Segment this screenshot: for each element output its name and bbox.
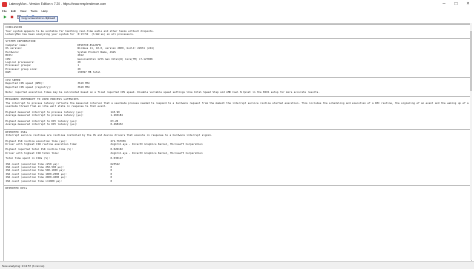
info-key: Reported CPU speed (registry): (5, 85, 52, 89)
app-icon (2, 1, 7, 7)
info-key: RAM: (5, 71, 12, 75)
system-section: SYSTEM INFORMATION Computer name: DESKTOP… (4, 38, 471, 76)
info-key: ISR count (execution time >=4000 µs): (5, 179, 63, 183)
info-value: 1.265184 (110, 114, 123, 118)
interrupt-description: The interrupt to process latency reflect… (5, 102, 469, 109)
section-title: REPORTED DPCs (5, 186, 28, 190)
info-key: Driver with highest ISR routine executio… (5, 142, 78, 146)
report-panel[interactable]: CONCLUSION Your system appears to be sui… (3, 23, 472, 262)
toolbar-tooltip: Copy screenshot to clipboard (19, 16, 58, 22)
info-key: Driver with highest ISR total time: (5, 151, 60, 155)
info-value: GenuineIntel 12th Gen Intel(R) Core(TM) … (77, 57, 153, 61)
vertical-scrollbar[interactable] (470, 23, 472, 260)
conclusion-section: CONCLUSION Your system appears to be sui… (4, 24, 471, 38)
menu-help[interactable]: Help (41, 9, 47, 13)
info-key: Average measured interrupt to process la… (5, 114, 84, 118)
interrupt-section: MEASURED INTERRUPT TO USER PROCESS LATEN… (4, 96, 471, 128)
window-title: LatencyMon - Version Edition v 7.20 - ht… (9, 2, 107, 6)
close-icon[interactable]: × (462, 0, 474, 8)
toolbar: ? (0, 14, 474, 20)
minimize-icon[interactable]: – (438, 0, 450, 8)
info-value: dxgkrnl.sys - DirectX Graphics Kernel, M… (110, 151, 203, 155)
cpu-section: CPU SPEED Reported CPU speed (WMI): 3610 … (4, 76, 471, 97)
info-value: 3610 MHz (77, 85, 90, 89)
scroll-thumb[interactable] (470, 31, 472, 91)
menu-view[interactable]: View (20, 9, 26, 13)
menu-tools[interactable]: Tools (30, 9, 37, 13)
title-bar[interactable]: LatencyMon - Version Edition v 7.20 - ht… (0, 0, 474, 8)
play-icon[interactable] (2, 15, 7, 20)
info-value: 0.030117 (110, 157, 123, 161)
maximize-icon[interactable]: □ (450, 0, 462, 8)
info-key: Total time spent in ISRs (%): (5, 157, 50, 161)
isr-section: REPORTED ISRs Interrupt service routines… (4, 128, 471, 185)
app-window: LatencyMon - Version Edition v 7.20 - ht… (0, 0, 474, 269)
info-value: 0.468432 (110, 123, 123, 127)
dpc-section: REPORTED DPCs (4, 184, 471, 191)
status-text: Now analyzing: 0:13:57 (h:mm:ss) (2, 263, 45, 268)
info-key: Average measured interrupt to DPC latenc… (5, 123, 78, 127)
info-value: 0 (110, 179, 113, 183)
stop-icon[interactable] (9, 15, 14, 20)
window-controls: – □ × (438, 0, 474, 8)
menu-file[interactable]: File (2, 9, 7, 13)
menu-edit[interactable]: Edit (11, 9, 16, 13)
info-value: dxgkrnl.sys - DirectX Graphics Kernel, M… (110, 142, 203, 146)
info-value: 130997 MB total (77, 71, 101, 75)
